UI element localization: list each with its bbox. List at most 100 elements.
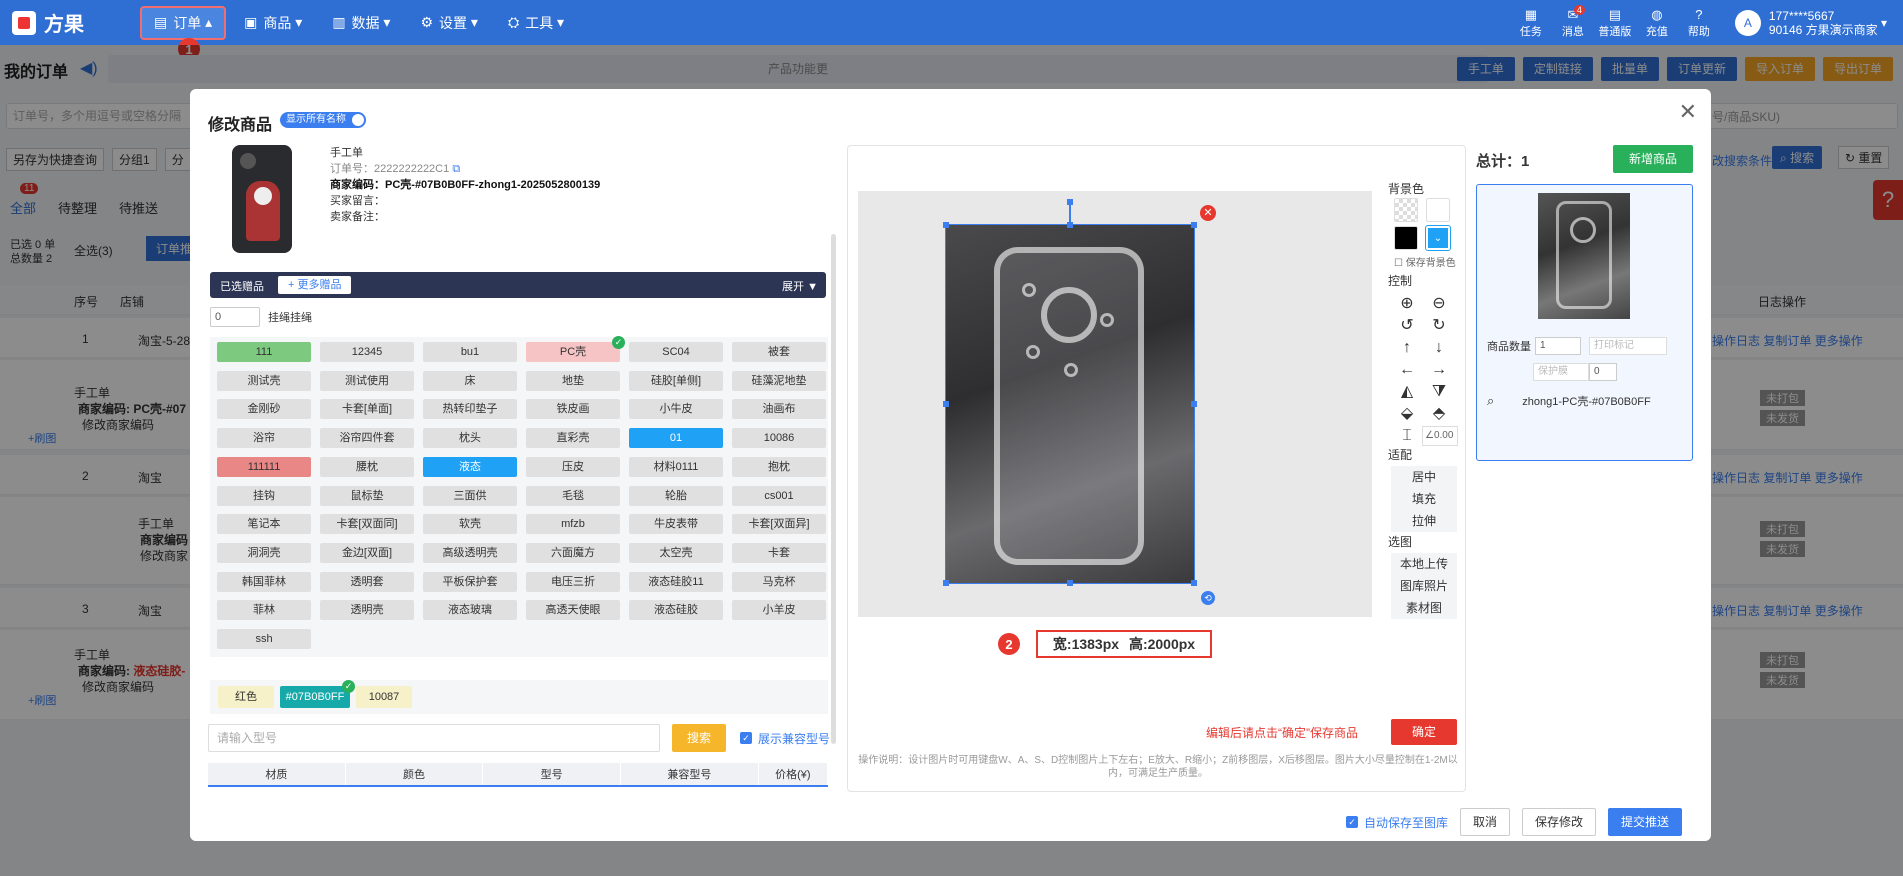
- material-tag[interactable]: 马克杯: [732, 571, 826, 592]
- material-tag[interactable]: 浴帘: [217, 428, 311, 449]
- material-tag[interactable]: 菲林: [217, 600, 311, 621]
- local-upload-button[interactable]: 本地上传: [1391, 553, 1457, 575]
- keep-bg-checkbox[interactable]: ☐ 保存背景色: [1394, 254, 1456, 269]
- show-all-names-toggle[interactable]: 显示所有名称: [280, 112, 366, 128]
- color-tag[interactable]: 10087: [356, 686, 412, 708]
- white-swatch[interactable]: [1426, 198, 1450, 222]
- color-tag-selected[interactable]: #07B0B0FF ✓: [280, 680, 355, 708]
- material-tag[interactable]: 金边[双面]: [320, 542, 414, 563]
- zoom-in-icon[interactable]: ⊕: [1396, 294, 1418, 314]
- material-tag[interactable]: 直彩壳: [526, 428, 620, 449]
- black-swatch[interactable]: [1394, 226, 1418, 250]
- confirm-button[interactable]: 确定: [1391, 719, 1457, 745]
- save-changes-button[interactable]: 保存修改: [1522, 808, 1597, 836]
- material-tag[interactable]: 小羊皮: [732, 600, 826, 621]
- design-image[interactable]: [945, 224, 1195, 584]
- material-tag[interactable]: 牛皮表带: [629, 514, 723, 535]
- delete-image-icon[interactable]: ✕: [1200, 205, 1216, 221]
- material-tag[interactable]: 卡套[双面异]: [732, 514, 826, 535]
- add-product-button[interactable]: 新增商品: [1613, 145, 1693, 173]
- model-search-input[interactable]: 请输入型号: [208, 724, 660, 752]
- material-tag[interactable]: 油画布: [732, 399, 826, 420]
- material-tag[interactable]: 111111: [217, 456, 311, 477]
- material-tag[interactable]: 软壳: [423, 514, 517, 535]
- material-tag[interactable]: 透明套: [320, 571, 414, 592]
- layer-down-icon[interactable]: ⬙: [1396, 404, 1418, 424]
- flip-vertical-icon[interactable]: ⧩: [1428, 382, 1450, 402]
- resize-handle[interactable]: [1191, 222, 1197, 228]
- design-canvas[interactable]: ✕ ⟲: [858, 191, 1372, 617]
- material-tag[interactable]: 卡套[双面同]: [320, 514, 414, 535]
- material-tag[interactable]: 高透天使眼: [526, 600, 620, 621]
- custom-color-swatch[interactable]: ⌄: [1425, 225, 1451, 251]
- text-height-icon[interactable]: ⌶: [1396, 426, 1418, 446]
- material-tag[interactable]: PC壳 ✓: [526, 336, 625, 362]
- resize-handle[interactable]: [1067, 580, 1073, 586]
- resize-handle[interactable]: [943, 401, 949, 407]
- gallery-photo-button[interactable]: 图库照片: [1391, 575, 1457, 597]
- protect-film-select[interactable]: 保护膜: [1533, 363, 1589, 381]
- move-left-icon[interactable]: ←: [1396, 360, 1418, 380]
- cancel-button[interactable]: 取消: [1460, 808, 1511, 836]
- left-scrollbar[interactable]: [831, 234, 836, 744]
- submit-push-button[interactable]: 提交推送: [1608, 808, 1683, 836]
- nav-goods[interactable]: ▣ 商品 ▾: [232, 6, 314, 40]
- quantity-stepper[interactable]: 1: [1535, 337, 1581, 355]
- material-tag[interactable]: 三面供: [423, 485, 517, 506]
- link-icon[interactable]: ⟲: [1201, 591, 1215, 605]
- transparent-swatch[interactable]: [1394, 198, 1418, 222]
- resize-handle[interactable]: [1191, 580, 1197, 586]
- fill-button[interactable]: 填充: [1391, 488, 1457, 510]
- material-tag[interactable]: 铁皮画: [526, 399, 620, 420]
- move-up-icon[interactable]: ↑: [1396, 338, 1418, 358]
- expand-toggle[interactable]: 展开 ▼: [782, 278, 818, 294]
- material-tag[interactable]: 硅藻泥地垫: [732, 370, 826, 391]
- lanyard-quantity-stepper[interactable]: 0: [210, 307, 260, 327]
- resize-handle[interactable]: [1191, 401, 1197, 407]
- material-tag[interactable]: 金刚砂: [217, 399, 311, 420]
- material-tag[interactable]: 液态: [423, 456, 517, 477]
- material-tag[interactable]: 轮胎: [629, 485, 723, 506]
- nav-order[interactable]: ▤ 订单 ▴: [140, 5, 227, 40]
- material-tag[interactable]: 透明壳: [320, 600, 414, 621]
- angle-input[interactable]: ∠0.00: [1422, 426, 1458, 446]
- protect-film-quantity[interactable]: 0: [1589, 363, 1617, 381]
- material-tag[interactable]: 笔记本: [217, 514, 311, 535]
- print-mark-select[interactable]: 打印标记: [1589, 337, 1667, 355]
- material-tag[interactable]: 挂钩: [217, 485, 311, 506]
- stretch-button[interactable]: 拉伸: [1391, 510, 1457, 532]
- move-down-icon[interactable]: ↓: [1428, 338, 1450, 358]
- material-tag[interactable]: mfzb: [526, 514, 620, 535]
- material-tag[interactable]: 六面魔方: [526, 542, 620, 563]
- material-tag[interactable]: 床: [423, 370, 517, 391]
- material-tag[interactable]: 液态硅胶: [629, 600, 723, 621]
- autosave-checkbox[interactable]: ✓ 自动保存至图库: [1346, 814, 1448, 831]
- move-right-icon[interactable]: →: [1428, 360, 1450, 380]
- nav-tools[interactable]: ⛭ 工具 ▾: [496, 6, 576, 40]
- product-card[interactable]: 商品数量 1 打印标记 保护膜 0 ⌕ zhong1-PC壳-#07B0B0FF: [1476, 184, 1693, 461]
- nav-settings[interactable]: ⚙ 设置 ▾: [408, 6, 489, 40]
- material-tag[interactable]: 热转印垫子: [423, 399, 517, 420]
- recharge-button[interactable]: ◍ 充值: [1637, 7, 1677, 39]
- nav-data[interactable]: ▥ 数据 ▾: [320, 6, 402, 40]
- layer-up-icon[interactable]: ⬘: [1428, 404, 1450, 424]
- material-tag[interactable]: bu1: [423, 342, 517, 362]
- material-tag[interactable]: 液态硅胶11: [629, 571, 723, 592]
- color-tag[interactable]: 红色: [218, 686, 274, 708]
- material-tag[interactable]: 硅胶[单侧]: [629, 370, 723, 391]
- center-button[interactable]: 居中: [1391, 466, 1457, 488]
- material-tag[interactable]: 平板保护套: [423, 571, 517, 592]
- material-tag[interactable]: 太空壳: [629, 542, 723, 563]
- material-tag[interactable]: 抱枕: [732, 456, 826, 477]
- material-tag[interactable]: 12345: [320, 342, 414, 362]
- material-tag[interactable]: 浴帘四件套: [320, 428, 414, 449]
- material-tag[interactable]: 鼠标垫: [320, 485, 414, 506]
- material-tag[interactable]: 小牛皮: [629, 399, 723, 420]
- rotate-handle[interactable]: [1067, 199, 1073, 205]
- material-tag[interactable]: 高级透明壳: [423, 542, 517, 563]
- plan-button[interactable]: ▤ 普通版: [1595, 7, 1635, 39]
- material-tag[interactable]: 卡套: [732, 542, 826, 563]
- resize-handle[interactable]: [943, 580, 949, 586]
- material-tag[interactable]: 被套: [732, 342, 826, 362]
- material-tag[interactable]: 卡套[单面]: [320, 399, 414, 420]
